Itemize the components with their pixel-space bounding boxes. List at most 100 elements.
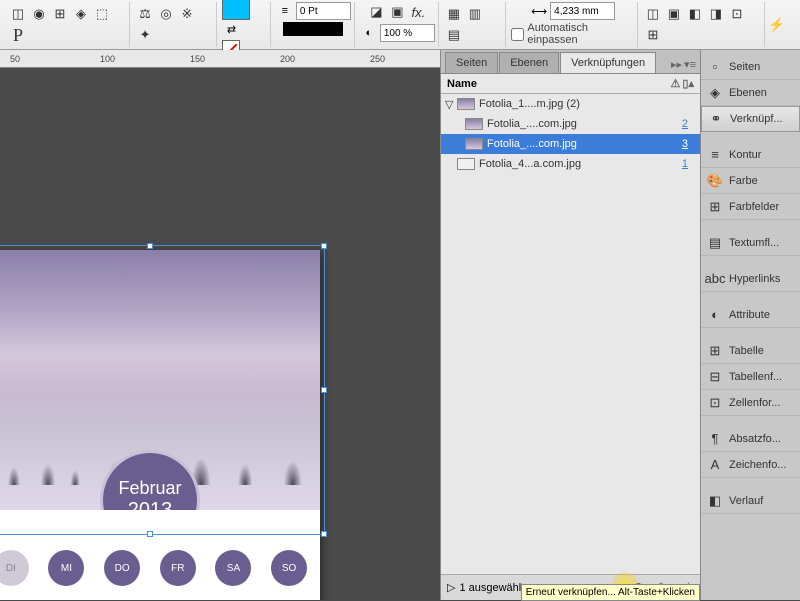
tool-icon[interactable]: ⬚ bbox=[92, 4, 112, 24]
tab-ebenen[interactable]: Ebenen bbox=[499, 52, 559, 73]
calendar-numbers: 2 3 4 5 6 7 bbox=[0, 595, 320, 600]
stroke-weight-input[interactable] bbox=[296, 2, 351, 20]
tool-icon[interactable]: ◎ bbox=[156, 4, 176, 24]
calendar-image[interactable]: Februar 2013 bbox=[0, 250, 320, 510]
column-name[interactable]: Name bbox=[447, 78, 477, 90]
warning-column-icon[interactable]: ⚠ bbox=[671, 77, 681, 90]
auto-fit-label: Automatisch einpassen bbox=[527, 22, 634, 46]
artboard[interactable]: Februar 2013 DI MI DO FR SA SO 2 3 4 5 6… bbox=[0, 250, 320, 600]
links-header: Name ⚠ ▯▴ bbox=[441, 74, 700, 94]
tool-icon[interactable]: ◫ bbox=[8, 4, 28, 24]
fx-icon[interactable]: fx. bbox=[408, 2, 428, 22]
lightning-icon[interactable]: ⚡ bbox=[767, 15, 787, 35]
dock-icon: ⚭ bbox=[708, 111, 724, 127]
dock-attribute[interactable]: ◐Attribute bbox=[701, 302, 800, 328]
swap-icon[interactable]: ⇄ bbox=[222, 21, 240, 39]
dock-icon: ▫ bbox=[707, 59, 723, 75]
link-page[interactable]: 3 bbox=[682, 138, 696, 150]
links-list[interactable]: ▽ Fotolia_1....m.jpg (2) Fotolia_....com… bbox=[441, 94, 700, 574]
dock-icon: 🎨 bbox=[707, 173, 723, 189]
dock-label: Verknüpf... bbox=[730, 113, 783, 125]
link-item[interactable]: Fotolia_4...a.com.jpg 1 bbox=[441, 154, 700, 174]
dock-textumfl-[interactable]: ▤Textumfl... bbox=[701, 230, 800, 256]
frame-fit-icon[interactable]: ◨ bbox=[706, 4, 726, 24]
dock-label: Zellenfor... bbox=[729, 397, 780, 409]
selection-handle[interactable] bbox=[321, 531, 327, 537]
disclosure-icon[interactable]: ▽ bbox=[445, 98, 457, 111]
link-page[interactable]: 2 bbox=[682, 118, 696, 130]
opacity-input[interactable] bbox=[380, 24, 435, 42]
dock-icon: ◐ bbox=[707, 307, 723, 323]
auto-fit-check[interactable] bbox=[511, 28, 524, 41]
dock-label: Verlauf bbox=[729, 495, 763, 507]
link-thumb bbox=[457, 158, 475, 170]
tool-icon[interactable]: ◉ bbox=[29, 4, 49, 24]
dock-farbfelder[interactable]: ⊞Farbfelder bbox=[701, 194, 800, 220]
tool-icon[interactable]: ✦ bbox=[135, 25, 155, 45]
dock-icon: A bbox=[707, 457, 723, 473]
dock-farbe[interactable]: 🎨Farbe bbox=[701, 168, 800, 194]
link-page[interactable]: 1 bbox=[682, 158, 696, 170]
tool-icon[interactable]: ⚖ bbox=[135, 4, 155, 24]
link-label: Fotolia_....com.jpg bbox=[487, 118, 577, 130]
align-icon[interactable]: ▤ bbox=[444, 25, 464, 45]
panels-area: Seiten Ebenen Verknüpfungen ▸▸ ▾≡ Name ⚠… bbox=[440, 50, 800, 600]
calendar-year: 2013 bbox=[128, 499, 173, 510]
frame-fit-icon[interactable]: ◧ bbox=[685, 4, 705, 24]
tool-icon[interactable]: ◪ bbox=[366, 2, 386, 22]
dock-verlauf[interactable]: ◧Verlauf bbox=[701, 488, 800, 514]
dock-icon: ◈ bbox=[707, 85, 723, 101]
canvas-area[interactable]: 50 100 150 200 250 Februar 2013 DI MI DO… bbox=[0, 50, 440, 600]
measure-input[interactable] bbox=[550, 2, 615, 20]
tab-verknuepfungen[interactable]: Verknüpfungen bbox=[560, 52, 656, 73]
stroke-preview[interactable] bbox=[283, 22, 343, 36]
measure-icon: ⟷ bbox=[530, 2, 548, 20]
tool-icon[interactable]: ◈ bbox=[71, 4, 91, 24]
link-thumb bbox=[465, 138, 483, 150]
selection-handle[interactable] bbox=[147, 243, 153, 249]
dock-icon: ⊞ bbox=[707, 343, 723, 359]
dock-icon: ≡ bbox=[707, 147, 723, 163]
dock-absatzfo-[interactable]: ¶Absatzfo... bbox=[701, 426, 800, 452]
link-item-selected[interactable]: Fotolia_....com.jpg 3 bbox=[441, 134, 700, 154]
paragraph-icon[interactable]: P bbox=[8, 25, 28, 45]
frame-fit-icon[interactable]: ◫ bbox=[643, 4, 663, 24]
dock-icon: ⊞ bbox=[707, 199, 723, 215]
dock-tabellenf-[interactable]: ⊟Tabellenf... bbox=[701, 364, 800, 390]
dock-label: Textumfl... bbox=[729, 237, 779, 249]
main-toolbar: ◫ ◉ ⊞ ◈ ⬚ P ⚖ ◎ ※ ✦ ⇄ ≡ ◪ ▣ fx. ◐ bbox=[0, 0, 800, 50]
collapse-icon[interactable]: ▸▸ bbox=[671, 58, 682, 71]
fill-swatch[interactable] bbox=[222, 0, 250, 20]
calendar-day-headers: DI MI DO FR SA SO bbox=[0, 550, 320, 586]
links-panel: Seiten Ebenen Verknüpfungen ▸▸ ▾≡ Name ⚠… bbox=[440, 50, 700, 600]
link-group[interactable]: ▽ Fotolia_1....m.jpg (2) bbox=[441, 94, 700, 114]
align-icon[interactable]: ▦ bbox=[444, 4, 464, 24]
tab-seiten[interactable]: Seiten bbox=[445, 52, 498, 73]
auto-fit-checkbox[interactable]: Automatisch einpassen bbox=[511, 22, 634, 46]
disclosure-icon[interactable]: ▷ bbox=[447, 581, 455, 594]
dock-seiten[interactable]: ▫Seiten bbox=[701, 54, 800, 80]
dock-label: Absatzfo... bbox=[729, 433, 781, 445]
tool-icon[interactable]: ⊞ bbox=[50, 4, 70, 24]
align-icon[interactable]: ▥ bbox=[465, 4, 485, 24]
frame-fit-icon[interactable]: ⊞ bbox=[643, 25, 663, 45]
menu-icon[interactable]: ▾≡ bbox=[684, 58, 696, 71]
day-head: MI bbox=[48, 550, 84, 586]
selection-handle[interactable] bbox=[321, 387, 327, 393]
dock-verkn-pf-[interactable]: ⚭ Verknüpf... bbox=[701, 106, 800, 132]
dock-label: Tabelle bbox=[729, 345, 764, 357]
dock-label: Hyperlinks bbox=[729, 273, 780, 285]
dock-zeichenfo-[interactable]: AZeichenfo... bbox=[701, 452, 800, 478]
dock-kontur[interactable]: ≡Kontur bbox=[701, 142, 800, 168]
dock-tabelle[interactable]: ⊞ Tabelle bbox=[701, 338, 800, 364]
frame-fit-icon[interactable]: ▣ bbox=[664, 4, 684, 24]
frame-fit-icon[interactable]: ⊡ bbox=[727, 4, 747, 24]
dock-zellenfor-[interactable]: ⊡Zellenfor... bbox=[701, 390, 800, 416]
link-item[interactable]: Fotolia_....com.jpg 2 bbox=[441, 114, 700, 134]
tool-icon[interactable]: ※ bbox=[177, 4, 197, 24]
tool-icon[interactable]: ▣ bbox=[387, 2, 407, 22]
dock-hyperlinks[interactable]: abcHyperlinks bbox=[701, 266, 800, 292]
selection-handle[interactable] bbox=[321, 243, 327, 249]
dock-ebenen[interactable]: ◈Ebenen bbox=[701, 80, 800, 106]
page-column-icon[interactable]: ▯▴ bbox=[682, 77, 694, 90]
